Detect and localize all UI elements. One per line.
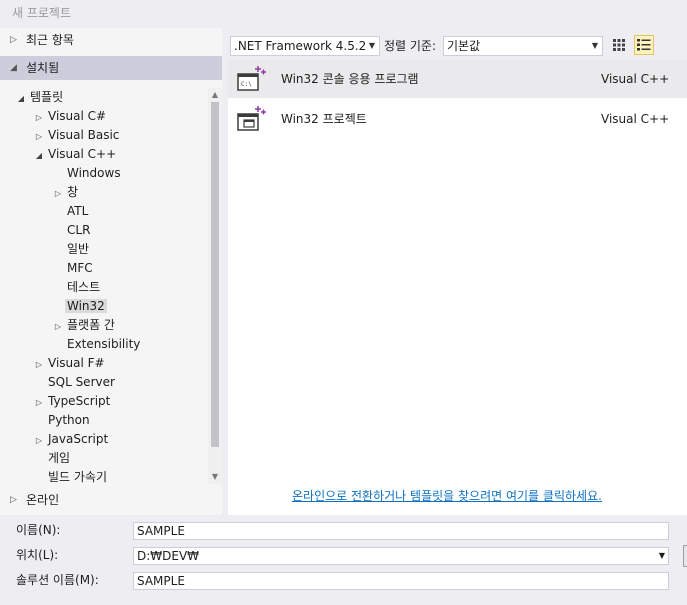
svg-text:C:\: C:\ (241, 81, 252, 88)
dropdown-caret-icon: ▼ (591, 41, 598, 50)
tree-item-games[interactable]: 게임 (32, 449, 72, 468)
tree-item-mfc[interactable]: MFC (51, 259, 95, 278)
tree-item-typescript[interactable]: ▷ TypeScript (32, 392, 112, 411)
scroll-up-arrow-icon[interactable]: ▲ (208, 88, 222, 102)
tree-item-extensibility[interactable]: Extensibility (51, 335, 142, 354)
scroll-down-arrow-icon[interactable]: ▼ (208, 470, 222, 484)
template-tree: ◢ 템플릿 ▷ Visual C# ▷ Visual Basic ◢ Visual C+… (0, 88, 208, 483)
tree-item-cross-platform[interactable]: ▷ 플랫폼 간 (51, 316, 117, 335)
sort-dropdown[interactable]: 기본값 ▼ (443, 36, 603, 56)
tree-item-build-accelerator[interactable]: 빌드 가속기 (32, 468, 109, 483)
dropdown-caret-icon: ▼ (368, 41, 375, 50)
tree-item-python[interactable]: Python (32, 411, 92, 430)
dialog-title: 새 프로젝트 (12, 6, 72, 20)
tree-item-visual-csharp[interactable]: ▷ Visual C# (32, 107, 108, 126)
section-recent[interactable]: ▷ 최근 항목 (0, 28, 222, 52)
online-templates-link[interactable]: 온라인으로 전환하거나 템플릿을 찾으려면 여기를 클릭하세요. (292, 487, 602, 504)
sort-label: 정렬 기준: (384, 39, 437, 53)
tree-expander-icon[interactable]: ▷ (32, 127, 46, 146)
tree-item-sql-server[interactable]: SQL Server (32, 373, 117, 392)
list-view-icon (637, 39, 651, 51)
tree-item-visual-fsharp[interactable]: ▷ Visual F# (32, 354, 107, 373)
tree-expander-icon[interactable]: ◢ (14, 89, 28, 108)
list-view-button[interactable] (634, 35, 654, 55)
tree-item-general[interactable]: 일반 (51, 240, 91, 259)
tree-expander-icon[interactable]: ▷ (32, 431, 46, 450)
tree-expander-icon[interactable]: ▷ (32, 355, 46, 374)
tree-item-clr[interactable]: CLR (51, 221, 92, 240)
small-icons-view-button[interactable] (609, 35, 629, 55)
dropdown-caret-icon[interactable]: ▼ (659, 548, 665, 564)
tree-item-visual-basic[interactable]: ▷ Visual Basic (32, 126, 121, 145)
template-item-console-app[interactable]: C:\ Win32 콘솔 응용 프로그램 Visual C++ (228, 60, 687, 98)
template-category-panel: ▷ 최근 항목 ◢ 설치됨 ◢ 템플릿 ▷ Visual C# ▷ Visual Ba… (0, 28, 222, 515)
solution-name-label: 솔루션 이름(M): (16, 573, 99, 587)
section-installed-label: 설치됨 (26, 61, 60, 75)
scrollbar-thumb[interactable] (211, 102, 219, 447)
browse-button[interactable] (683, 545, 687, 567)
solution-name-field[interactable]: SAMPLE (133, 572, 669, 590)
location-combobox[interactable]: D:₩DEV₩ ▼ (133, 547, 669, 565)
template-list: C:\ Win32 콘솔 응용 프로그램 Visual C++ Win32 프로… (228, 60, 687, 515)
template-name: Win32 콘솔 응용 프로그램 (281, 72, 419, 86)
console-app-icon: C:\ (237, 66, 266, 91)
expand-arrow-icon[interactable]: ▷ (10, 28, 17, 52)
section-installed[interactable]: ◢ 설치됨 (0, 56, 222, 80)
section-online[interactable]: ▷ 온라인 (0, 488, 222, 512)
tree-expander-icon[interactable]: ◢ (32, 146, 46, 165)
template-name: Win32 프로젝트 (281, 112, 367, 126)
tree-expander-icon[interactable]: ▷ (32, 108, 46, 127)
tree-item-window[interactable]: ▷ 창 (51, 183, 80, 202)
grid-view-icon (613, 39, 625, 51)
name-label: 이름(N): (16, 523, 61, 537)
tree-item-test[interactable]: 테스트 (51, 278, 102, 297)
tree-item-javascript[interactable]: ▷ JavaScript (32, 430, 110, 449)
tree-item-win32[interactable]: Win32 (51, 297, 107, 316)
tree-item-windows[interactable]: Windows (51, 164, 123, 183)
template-language: Visual C++ (601, 112, 670, 126)
template-language: Visual C++ (601, 72, 670, 86)
tree-scrollbar[interactable]: ▲ ▼ (208, 88, 222, 484)
location-label: 위치(L): (16, 548, 59, 562)
tree-expander-icon[interactable]: ▷ (51, 184, 65, 203)
tree-expander-icon[interactable]: ▷ (32, 393, 46, 412)
expand-arrow-icon[interactable]: ▷ (10, 488, 17, 512)
tree-item-atl[interactable]: ATL (51, 202, 90, 221)
tree-item-templates[interactable]: ◢ 템플릿 (14, 88, 65, 107)
tree-item-visual-cpp[interactable]: ◢ Visual C++ (32, 145, 118, 164)
win32-project-icon (237, 106, 266, 131)
collapse-arrow-icon[interactable]: ◢ (10, 56, 17, 80)
tree-expander-icon[interactable]: ▷ (51, 317, 65, 336)
section-recent-label: 최근 항목 (26, 33, 74, 47)
template-item-win32-project[interactable]: Win32 프로젝트 Visual C++ (228, 100, 687, 138)
framework-dropdown[interactable]: .NET Framework 4.5.2 ▼ (230, 36, 380, 56)
name-field[interactable]: SAMPLE (133, 522, 669, 540)
section-online-label: 온라인 (26, 493, 60, 507)
